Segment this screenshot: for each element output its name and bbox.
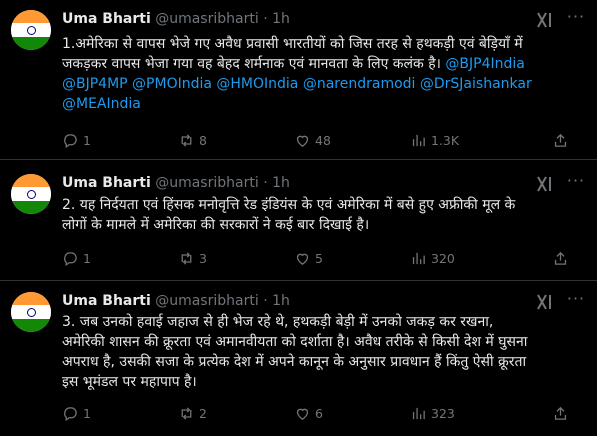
reply-count: 1 <box>83 132 91 148</box>
author-name[interactable]: Uma Bharti <box>62 175 151 191</box>
repost-button[interactable]: 2 <box>178 403 207 423</box>
views-button[interactable]: 320 <box>410 248 455 268</box>
avatar[interactable] <box>11 174 51 214</box>
tweet-time[interactable]: 1h <box>272 11 290 27</box>
views-count: 323 <box>431 405 455 421</box>
grok-icon[interactable] <box>535 174 555 194</box>
tweet-time[interactable]: 1h <box>272 293 290 309</box>
more-dots-icon[interactable]: ··· <box>565 289 587 311</box>
mention-links[interactable]: @MEAIndia <box>62 94 585 114</box>
avatar[interactable] <box>11 292 51 332</box>
share-icon <box>554 251 567 265</box>
mention-links[interactable]: @BJP4MP @PMOIndia @HMOIndia @narendramod… <box>62 74 585 94</box>
tweet-3[interactable]: Uma Bharti @umasribharti · 1h ··· 3. जब … <box>0 282 597 436</box>
repost-count: 3 <box>199 250 207 266</box>
views-bar-chart-icon <box>412 252 425 264</box>
reply-icon <box>64 251 77 266</box>
tweet-text: 2. यह निर्दयता एवं हिंसक मनोवृत्ति रेड इ… <box>62 195 585 235</box>
repost-button[interactable]: 3 <box>178 248 207 268</box>
repost-button[interactable]: 8 <box>178 130 207 150</box>
views-button[interactable]: 323 <box>410 403 455 423</box>
tweet-actions: 1 8 48 1.3K <box>62 130 585 150</box>
like-count: 48 <box>315 132 331 148</box>
tweet-text: 3. जब उनको हवाई जहाज से ही भेज रहे थे, ह… <box>62 312 585 392</box>
tweet-2[interactable]: Uma Bharti @umasribharti · 1h ··· 2. यह … <box>0 164 597 281</box>
like-count: 5 <box>315 250 323 266</box>
repost-icon <box>181 133 192 147</box>
repost-count: 2 <box>199 405 207 421</box>
more-dots-icon[interactable]: ··· <box>565 171 587 193</box>
tweet-thread: Uma Bharti @umasribharti · 1h ··· 1.अमेर… <box>0 0 597 436</box>
tweet-actions: 1 2 6 323 <box>62 403 585 423</box>
grok-icon[interactable] <box>535 10 555 30</box>
tweet-text: 1.अमेरिका से वापस भेजे गए अवैध प्रवासी भ… <box>62 34 585 114</box>
author-handle[interactable]: @umasribharti <box>155 175 259 191</box>
tweet-text-line: 1.अमेरिका से वापस भेजे गए अवैध प्रवासी भ… <box>62 36 523 52</box>
avatar[interactable] <box>11 10 51 50</box>
author-name[interactable]: Uma Bharti <box>62 293 151 309</box>
tweet-header: Uma Bharti @umasribharti · 1h <box>62 174 290 192</box>
grok-icon[interactable] <box>535 292 555 312</box>
tweet-text-line: 2. यह निर्दयता एवं हिंसक मनोवृत्ति रेड इ… <box>62 197 516 213</box>
reply-button[interactable]: 1 <box>62 248 91 268</box>
mention-links[interactable]: @BJP4India <box>441 56 524 72</box>
tweet-header: Uma Bharti @umasribharti · 1h <box>62 292 290 310</box>
tweet-time[interactable]: 1h <box>272 175 290 191</box>
like-button[interactable]: 48 <box>294 130 331 150</box>
tweet-text-line: अपराध है, उसकी सजा के प्रत्येक देश में अ… <box>62 354 527 370</box>
reply-count: 1 <box>83 405 91 421</box>
share-button[interactable] <box>552 130 569 150</box>
more-dots-icon[interactable]: ··· <box>565 7 587 29</box>
heart-icon <box>296 135 309 147</box>
views-bar-chart-icon <box>412 134 425 146</box>
reply-icon <box>64 406 77 421</box>
author-name[interactable]: Uma Bharti <box>62 11 151 27</box>
views-bar-chart-icon <box>412 407 425 419</box>
share-icon <box>554 406 567 420</box>
heart-icon <box>296 408 309 420</box>
views-button[interactable]: 1.3K <box>410 130 459 150</box>
repost-count: 8 <box>199 132 207 148</box>
tweet-text-line: 3. जब उनको हवाई जहाज से ही भेज रहे थे, ह… <box>62 314 494 330</box>
tweet-text-line: जकड़कर वापस भेजा गया वह बेहद शर्मनाक एवं… <box>62 56 525 72</box>
tweet-text-line: अमेरिकी शासन की क्रूरता एवं अमानवीयता को… <box>62 334 528 350</box>
like-button[interactable]: 5 <box>294 248 323 268</box>
repost-icon <box>181 251 192 265</box>
tweet-actions: 1 3 5 320 <box>62 248 585 268</box>
author-handle[interactable]: @umasribharti <box>155 11 259 27</box>
views-count: 1.3K <box>431 132 460 148</box>
tweet-text-line: लोगों के मामले में अमेरिका की सरकारों ने… <box>62 217 370 233</box>
separator-dot: · <box>263 293 268 309</box>
heart-icon <box>296 253 309 265</box>
reply-count: 1 <box>83 250 91 266</box>
like-button[interactable]: 6 <box>294 403 323 423</box>
share-icon <box>554 133 567 147</box>
tweet-header: Uma Bharti @umasribharti · 1h <box>62 10 290 28</box>
share-button[interactable] <box>552 248 569 268</box>
reply-icon <box>64 133 77 148</box>
repost-icon <box>181 406 192 420</box>
like-count: 6 <box>315 405 323 421</box>
views-count: 320 <box>431 250 455 266</box>
reply-button[interactable]: 1 <box>62 130 91 150</box>
reply-button[interactable]: 1 <box>62 403 91 423</box>
separator-dot: · <box>263 11 268 27</box>
tweet-1[interactable]: Uma Bharti @umasribharti · 1h ··· 1.अमेर… <box>0 0 597 160</box>
author-handle[interactable]: @umasribharti <box>155 293 259 309</box>
share-button[interactable] <box>552 403 569 423</box>
separator-dot: · <box>263 175 268 191</box>
tweet-text-line: इस भूमंडल पर महापाप है। <box>62 374 197 390</box>
